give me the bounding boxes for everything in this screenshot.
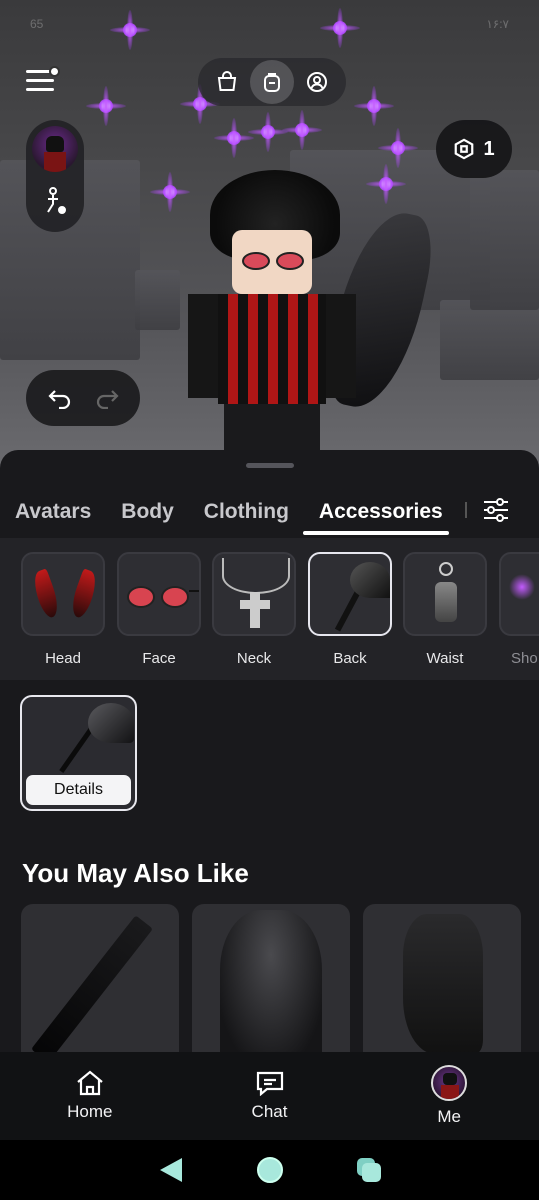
shopping-bag-icon <box>217 71 236 91</box>
horns-thumbnail <box>21 552 105 636</box>
avatar-torso <box>218 294 326 404</box>
sparkle-effect <box>110 10 150 50</box>
category-label: Face <box>142 650 176 667</box>
sparkle-effect <box>282 110 322 150</box>
nav-label: Chat <box>251 1102 288 1121</box>
profile-button[interactable] <box>295 60 339 104</box>
scythe-item-image <box>59 703 134 774</box>
sliders-icon <box>484 498 508 522</box>
robux-amount: 1 <box>483 137 495 160</box>
sparkle-effect <box>378 128 418 168</box>
filter-button[interactable] <box>476 492 516 528</box>
equipped-item-card[interactable]: Details <box>20 695 137 811</box>
accessory-categories: Head Face Neck Back Waist Sho <box>0 538 539 680</box>
tab-accessories[interactable]: Accessories <box>319 500 443 524</box>
scene-block <box>470 170 539 310</box>
category-label: Head <box>45 650 81 667</box>
status-left: 65 <box>30 17 44 31</box>
sparkle-effect <box>86 86 126 126</box>
status-bar: 65 ۱۶:۷ <box>0 10 539 38</box>
backpack-icon <box>263 73 280 92</box>
top-mode-switcher <box>198 58 346 106</box>
active-tab-indicator <box>303 531 449 535</box>
avatar <box>431 1065 468 1101</box>
redo-icon[interactable] <box>94 387 120 409</box>
system-navigation-bar <box>0 1140 539 1200</box>
avatar-glasses <box>242 252 270 270</box>
category-label: Back <box>333 650 367 667</box>
category-shoulder[interactable]: Sho <box>499 552 539 667</box>
nav-label: Me <box>437 1107 461 1126</box>
recents-icon[interactable] <box>353 1154 385 1186</box>
menu-button[interactable] <box>26 66 60 96</box>
robux-balance[interactable]: 1 <box>436 120 512 178</box>
shoulder-thumbnail <box>499 552 539 636</box>
recommendation-card[interactable] <box>192 904 350 1054</box>
arm-wrap-image <box>403 914 483 1054</box>
category-neck[interactable]: Neck <box>212 552 296 667</box>
tab-avatars[interactable]: Avatars <box>15 500 91 524</box>
category-label: Sho <box>511 650 538 667</box>
category-face[interactable]: Face <box>117 552 201 667</box>
nav-home[interactable]: Home <box>0 1052 180 1140</box>
back-icon[interactable] <box>154 1155 188 1185</box>
nav-me[interactable]: Me <box>359 1052 539 1140</box>
sheet-grabber[interactable] <box>246 463 294 468</box>
avatar-viewport[interactable]: 65 ۱۶:۷ 1 <box>0 0 539 470</box>
category-back[interactable]: Back <box>308 552 392 667</box>
sparkle-effect <box>320 8 360 48</box>
sword-image <box>31 915 153 1054</box>
recommendation-card[interactable] <box>21 904 179 1054</box>
chat-icon <box>256 1071 283 1096</box>
details-button[interactable]: Details <box>26 775 131 805</box>
avatar-arm <box>326 294 356 398</box>
section-title: You May Also Like <box>22 858 249 888</box>
nav-chat[interactable]: Chat <box>180 1052 360 1140</box>
avatar-side-panel <box>26 120 84 232</box>
avatar-arm <box>188 294 218 398</box>
nav-label: Home <box>67 1102 113 1121</box>
avatar-thumbnail[interactable] <box>32 126 78 172</box>
tab-divider <box>465 502 467 518</box>
category-tabs: Avatars Body Clothing Accessories <box>0 488 539 536</box>
home-circle-icon[interactable] <box>255 1155 285 1185</box>
sparkle-effect <box>354 86 394 126</box>
category-label: Neck <box>236 650 272 667</box>
tab-clothing[interactable]: Clothing <box>204 500 289 524</box>
home-icon <box>77 1070 103 1096</box>
avatar-model <box>170 170 440 460</box>
undo-icon[interactable] <box>47 387 73 409</box>
bottom-navigation: Home Chat Me <box>0 1052 539 1140</box>
keychain-thumbnail <box>403 552 487 636</box>
profile-icon <box>307 72 328 92</box>
tab-body[interactable]: Body <box>121 500 174 524</box>
scene-block <box>440 300 539 380</box>
category-head[interactable]: Head <box>21 552 105 667</box>
undo-redo-controls <box>26 370 140 426</box>
scythe-thumbnail <box>308 552 392 636</box>
status-time: ۱۶:۷ <box>486 17 509 31</box>
inventory-button[interactable] <box>249 60 294 104</box>
robux-icon <box>455 138 474 160</box>
avatar-settings-button[interactable] <box>42 186 70 223</box>
category-waist[interactable]: Waist <box>403 552 487 667</box>
glasses-thumbnail <box>117 552 201 636</box>
shop-button[interactable] <box>205 60 249 104</box>
notification-dot <box>49 66 60 77</box>
category-label: Waist <box>426 650 464 667</box>
recommendation-card[interactable] <box>363 904 521 1054</box>
cloak-image <box>220 910 322 1054</box>
person-gear-icon <box>47 187 66 214</box>
cross-necklace-thumbnail <box>212 552 296 636</box>
avatar-glasses <box>276 252 304 270</box>
